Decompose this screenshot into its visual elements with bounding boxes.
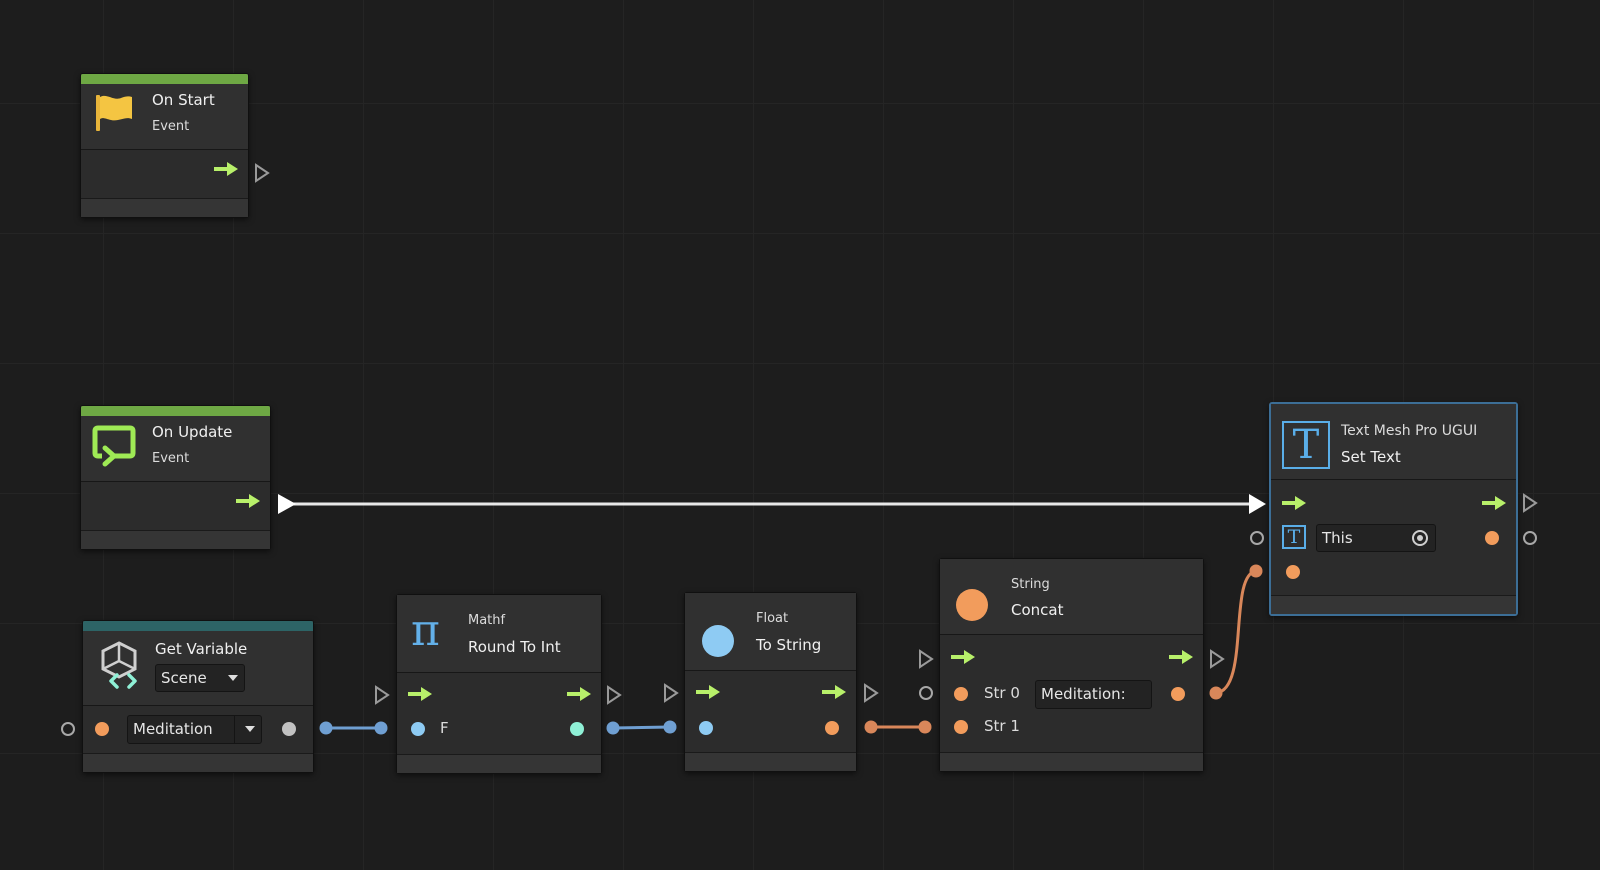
- object-picker-icon[interactable]: [1412, 530, 1428, 546]
- str1-label: Str 1: [984, 717, 1020, 735]
- node-category: Float: [756, 611, 789, 626]
- unity-variable-icon: [101, 641, 137, 689]
- node-title: Get Variable: [155, 640, 248, 658]
- node-subtitle: Event: [152, 119, 190, 134]
- text-mesh-pro-icon: T: [1282, 421, 1330, 469]
- flow-output-icon[interactable]: [214, 162, 238, 176]
- wire-getvar-roundtoint[interactable]: [319, 721, 388, 735]
- flow-input-icon[interactable]: [408, 687, 432, 701]
- value-output-port[interactable]: [282, 722, 296, 736]
- str1-input-port[interactable]: [954, 720, 968, 734]
- to-string-node[interactable]: Float To String: [684, 592, 857, 772]
- pi-icon: π: [411, 605, 440, 656]
- variable-name-input-port[interactable]: [95, 722, 109, 736]
- node-category: String: [1011, 577, 1050, 592]
- flow-input-icon[interactable]: [951, 650, 975, 664]
- node-subtitle: Event: [152, 451, 190, 466]
- node-title: On Start: [152, 91, 215, 109]
- target-object-field[interactable]: This: [1316, 524, 1436, 552]
- variable-name-dropdown[interactable]: Meditation: [127, 715, 262, 744]
- flow-input-icon[interactable]: [696, 685, 720, 699]
- flow-output-icon[interactable]: [1169, 650, 1193, 664]
- node-title: To String: [756, 636, 822, 654]
- node-category: Mathf: [468, 613, 506, 628]
- node-title: On Update: [152, 423, 233, 441]
- str0-text-field[interactable]: Meditation:: [1035, 680, 1152, 709]
- event-accent-bar: [81, 406, 270, 416]
- text-component-icon: T: [1282, 525, 1306, 549]
- text-input-port[interactable]: [1286, 565, 1300, 579]
- int-output-port[interactable]: [570, 722, 584, 736]
- on-update-node[interactable]: On Update Event: [80, 405, 271, 550]
- round-to-int-node[interactable]: π Mathf Round To Int F: [396, 594, 602, 774]
- wire-tostring-concat[interactable]: [864, 720, 932, 734]
- flow-wire-update-settext[interactable]: [278, 494, 1266, 514]
- float-input-port[interactable]: [699, 721, 713, 735]
- flag-icon: [96, 95, 132, 131]
- get-variable-node[interactable]: Get Variable Scene Meditation: [82, 620, 314, 773]
- chevron-down-icon: [245, 726, 255, 732]
- on-start-node[interactable]: On Start Event: [80, 73, 249, 218]
- str0-label: Str 0: [984, 684, 1020, 702]
- flow-output-icon[interactable]: [567, 687, 591, 701]
- variable-accent-bar: [83, 621, 313, 631]
- concat-node[interactable]: String Concat Str 0 Meditation: Str 1: [939, 558, 1204, 772]
- f-input-port[interactable]: [411, 722, 425, 736]
- event-accent-bar: [81, 74, 248, 84]
- wire-roundtoint-tostring[interactable]: [606, 720, 677, 735]
- string-type-icon: [956, 589, 988, 621]
- flow-input-icon[interactable]: [1282, 496, 1306, 510]
- scope-dropdown[interactable]: Scene: [155, 664, 245, 692]
- node-category: Text Mesh Pro UGUI: [1341, 423, 1478, 439]
- chevron-down-icon: [228, 675, 238, 681]
- flow-output-icon[interactable]: [822, 685, 846, 699]
- str0-input-port[interactable]: [954, 687, 968, 701]
- string-output-port[interactable]: [1171, 687, 1185, 701]
- string-output-port[interactable]: [825, 721, 839, 735]
- flow-output-icon[interactable]: [236, 494, 260, 508]
- node-title: Round To Int: [468, 638, 561, 656]
- node-title: Set Text: [1341, 448, 1401, 466]
- node-title: Concat: [1011, 601, 1064, 619]
- flow-output-icon[interactable]: [1482, 496, 1506, 510]
- float-type-icon: [702, 625, 734, 657]
- target-output-port[interactable]: [1485, 531, 1499, 545]
- set-text-node[interactable]: T Text Mesh Pro UGUI Set Text T This: [1269, 402, 1518, 616]
- wire-concat-settext[interactable]: [1209, 564, 1263, 700]
- update-loop-icon: [92, 425, 136, 467]
- port-label: F: [440, 719, 449, 737]
